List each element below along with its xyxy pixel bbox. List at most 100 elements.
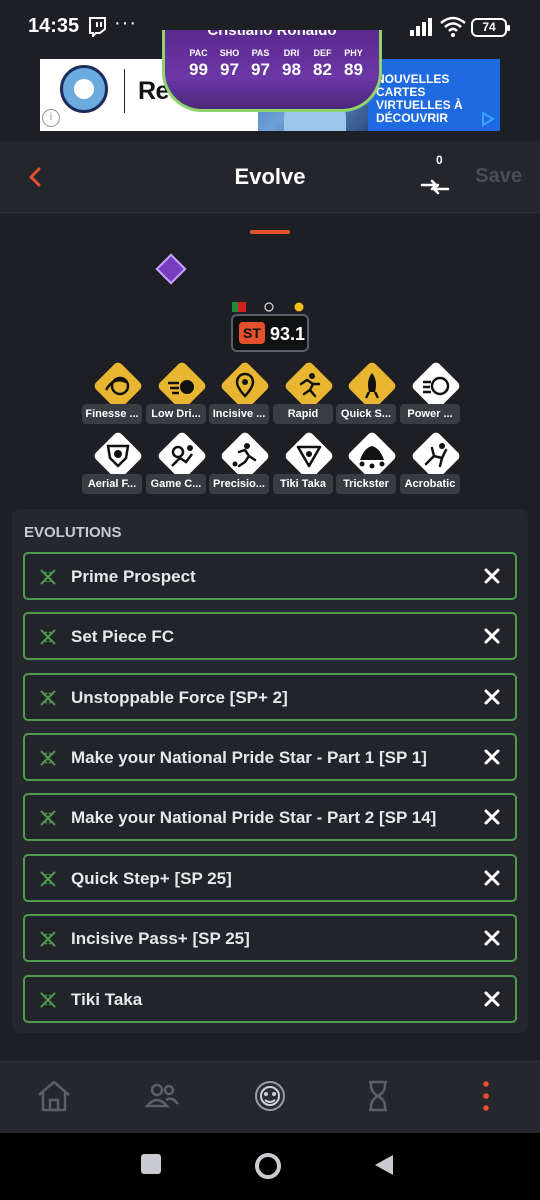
- playstyle-label: Rapid: [273, 404, 333, 424]
- playstyle-incisive-pass[interactable]: Incisive ...: [209, 360, 271, 426]
- playstyle-aerial-fortress[interactable]: Aerial F...: [82, 430, 144, 496]
- evolution-name: Quick Step+ [SP 25]: [71, 869, 232, 888]
- stat-value: 97: [251, 60, 270, 79]
- evolution-name: Set Piece FC: [71, 627, 174, 646]
- stat-phy: PHY 89: [340, 48, 367, 80]
- compare-arrows-icon[interactable]: [418, 155, 452, 197]
- stat-value: 97: [220, 60, 239, 79]
- evolution-name: Prime Prospect: [71, 567, 196, 586]
- evolution-name: Tiki Taka: [71, 990, 143, 1009]
- evolution-item[interactable]: Unstoppable Force [SP+ 2]: [23, 673, 517, 721]
- battery-icon: 74: [471, 18, 510, 37]
- evolution-name: Make your National Pride Star - Part 1 […: [71, 748, 427, 767]
- evolution-name: Make your National Pride Star - Part 2 […: [71, 808, 437, 827]
- playstyle-precision-pass[interactable]: Precisio...: [209, 430, 271, 496]
- low-driven-shot-icon: [156, 360, 208, 412]
- game-changer-icon: [156, 430, 208, 482]
- stat-pas: PAS 97: [247, 48, 274, 80]
- dna-icon: [40, 871, 56, 887]
- dna-icon: [40, 931, 56, 947]
- remove-icon[interactable]: [483, 929, 501, 947]
- playstyle-label: Power ...: [400, 404, 460, 424]
- home-icon[interactable]: [34, 1076, 74, 1116]
- player-card[interactable]: Cristiano Ronaldo PAC 99 SHO 97 PAS 97 D…: [162, 30, 382, 112]
- back-arrow-icon[interactable]: [22, 163, 50, 191]
- stat-label: PHY: [344, 48, 363, 58]
- tiki-taka-icon: [283, 430, 335, 482]
- club-icon: [294, 302, 304, 312]
- remove-icon[interactable]: [483, 627, 501, 645]
- rating-box: ST 93.1: [231, 314, 309, 352]
- playstyle-label: Incisive ...: [209, 404, 269, 424]
- app-header: Evolve 0 Save: [0, 141, 540, 213]
- evolution-item[interactable]: Set Piece FC: [23, 612, 517, 660]
- playstyle-low-driven-shot[interactable]: Low Dri...: [146, 360, 208, 426]
- playstyle-game-changer[interactable]: Game C...: [146, 430, 208, 496]
- evolutions-heading: EVOLUTIONS: [24, 524, 122, 541]
- dna-icon: [40, 750, 56, 766]
- playstyle-finesse-shot[interactable]: Finesse ...: [82, 360, 144, 426]
- acrobatic-icon: [410, 430, 462, 482]
- system-navigation: [0, 1133, 540, 1200]
- ad-divider: [124, 69, 125, 113]
- save-button[interactable]: Save: [475, 165, 522, 188]
- playstyle-trickster[interactable]: Trickster: [336, 430, 398, 496]
- remove-icon[interactable]: [483, 688, 501, 706]
- recents-icon[interactable]: [140, 1153, 162, 1175]
- incisive-pass-icon: [219, 360, 271, 412]
- stat-label: PAS: [251, 48, 270, 58]
- evolution-item[interactable]: Incisive Pass+ [SP 25]: [23, 914, 517, 962]
- evolution-item[interactable]: Quick Step+ [SP 25]: [23, 854, 517, 902]
- remove-icon[interactable]: [483, 808, 501, 826]
- evolution-item[interactable]: Make your National Pride Star - Part 1 […: [23, 733, 517, 781]
- wifi-icon: [440, 16, 466, 37]
- portugal-flag-icon: [232, 302, 246, 312]
- stat-value: 82: [313, 60, 332, 79]
- player-name: Cristiano Ronaldo: [207, 30, 337, 39]
- club-badge-icon[interactable]: [250, 1076, 290, 1116]
- evolution-item[interactable]: Prime Prospect: [23, 552, 517, 600]
- stat-sho: SHO 97: [216, 48, 243, 80]
- drag-handle[interactable]: [250, 230, 290, 234]
- precision-pass-icon: [219, 430, 271, 482]
- stat-value: 98: [282, 60, 301, 79]
- stat-def: DEF 82: [309, 48, 336, 80]
- back-triangle-icon[interactable]: [372, 1153, 396, 1177]
- position-badge: ST: [239, 322, 265, 344]
- signal-icon: [410, 18, 432, 36]
- ad-info-icon[interactable]: i: [42, 109, 60, 127]
- stat-value: 89: [344, 60, 363, 79]
- stat-label: PAC: [189, 48, 208, 58]
- playstyle-acrobatic[interactable]: Acrobatic: [400, 430, 462, 496]
- evolution-name: Unstoppable Force [SP+ 2]: [71, 688, 288, 707]
- stat-label: DRI: [283, 48, 300, 58]
- hourglass-icon[interactable]: [358, 1076, 398, 1116]
- playstyle-label: Low Dri...: [146, 404, 206, 424]
- bottom-navigation: [0, 1061, 540, 1133]
- evolution-item[interactable]: Make your National Pride Star - Part 2 […: [23, 793, 517, 841]
- player-stats: PAC 99 SHO 97 PAS 97 DRI 98 DEF 82 PHY 8…: [185, 48, 367, 80]
- squad-icon[interactable]: [142, 1076, 182, 1116]
- remove-icon[interactable]: [483, 567, 501, 585]
- ad-promo-panel: NOUVELLES CARTES VIRTUELLES À DÉCOUVRIR: [368, 59, 500, 131]
- playstyle-label: Aerial F...: [82, 474, 142, 494]
- league-icon: [264, 302, 274, 312]
- playstyle-label: Tiki Taka: [273, 474, 333, 494]
- remove-icon[interactable]: [483, 990, 501, 1008]
- battery-level: 74: [482, 20, 496, 34]
- stat-label: DEF: [313, 48, 332, 58]
- playstyle-label: Quick S...: [336, 404, 396, 424]
- adchoices-icon[interactable]: [480, 111, 496, 127]
- remove-icon[interactable]: [483, 748, 501, 766]
- playstyle-power-shot[interactable]: Power ...: [400, 360, 462, 426]
- remove-icon[interactable]: [483, 869, 501, 887]
- overall-rating: 93.1: [270, 324, 306, 344]
- more-menu-icon[interactable]: [466, 1076, 506, 1116]
- home-button-icon[interactable]: [254, 1152, 282, 1180]
- stat-pac: PAC 99: [185, 48, 212, 80]
- playstyle-quick-step[interactable]: Quick S...: [336, 360, 398, 426]
- playstyle-rapid[interactable]: Rapid: [273, 360, 335, 426]
- playstyle-tiki-taka[interactable]: Tiki Taka: [273, 430, 335, 496]
- club-crest-logo: [60, 65, 108, 113]
- evolution-item[interactable]: Tiki Taka: [23, 975, 517, 1023]
